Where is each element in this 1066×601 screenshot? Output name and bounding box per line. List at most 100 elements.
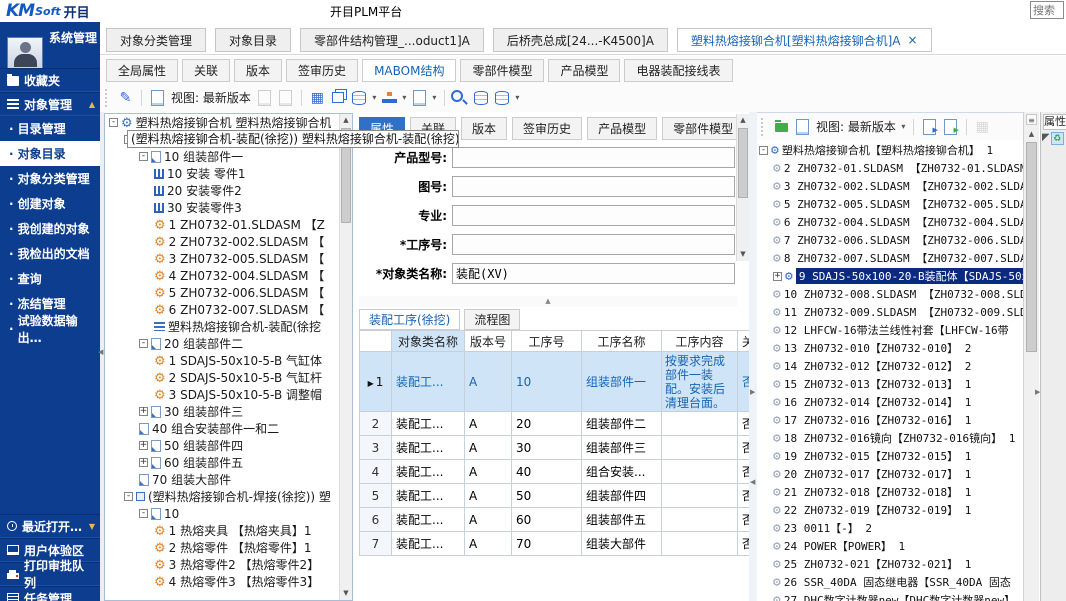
row-marker-cell[interactable]: 4 xyxy=(360,460,392,484)
subtab-装配工序(徐挖)[interactable]: 装配工序(徐挖) xyxy=(359,309,460,330)
scroll-down-icon[interactable]: ▼ xyxy=(737,248,749,261)
tree-item[interactable]: 22 ZH0732-019【ZH0732-019】 1 xyxy=(757,501,1023,519)
tree-item[interactable]: +9 SDAJS-50x100-20-B装配体【SDAJS-50x1 xyxy=(757,267,1023,285)
dropdown-caret-icon[interactable]: ▾ xyxy=(899,122,908,131)
table-cell[interactable]: A xyxy=(465,508,512,532)
tree-item[interactable]: 7 ZH0732-006.SLDASM 【ZH0732-006.SLDAS xyxy=(757,231,1023,249)
tree-item[interactable]: 30 安装零件3 xyxy=(105,199,352,216)
main-tab[interactable]: 后桥壳总成[24...-K4500]A xyxy=(493,28,668,52)
dropdown-caret-icon[interactable]: ▾ xyxy=(400,93,409,102)
tree-item[interactable]: 1 SDAJS-50x10-5-B 气缸体 xyxy=(105,352,352,369)
folder-refresh-icon[interactable] xyxy=(772,117,791,136)
table-cell[interactable] xyxy=(662,412,738,436)
collapse-arrow-icon[interactable]: ▲ xyxy=(89,100,95,109)
content-tab-关联[interactable]: 关联 xyxy=(182,59,230,82)
expand-arrow-icon[interactable]: ▼ xyxy=(89,522,95,531)
sidebar-group-打印审批队列[interactable]: 打印审批队列 xyxy=(0,562,100,586)
sidebar-item-我检出的文档[interactable]: 我检出的文档 xyxy=(0,241,100,266)
table-row[interactable]: 2装配工...A20组装部件二否 xyxy=(360,412,750,436)
sidebar-item-查询[interactable]: 查询 xyxy=(0,266,100,291)
table-cell[interactable]: 70 xyxy=(512,532,582,556)
tree-item[interactable]: 70 组装大部件 xyxy=(105,471,352,488)
dropdown-caret-icon[interactable]: ▾ xyxy=(513,93,522,102)
new-document-icon[interactable] xyxy=(148,88,167,107)
sidebar-item-目录管理[interactable]: 目录管理 xyxy=(0,116,100,141)
table-cell[interactable]: 组装部件五 xyxy=(582,508,662,532)
sidebar-group-对象管理[interactable]: 对象管理▲ xyxy=(0,92,100,116)
form-scrollbar[interactable]: ▲ ▼ xyxy=(736,114,749,261)
tree-item[interactable]: 40 组合安装部件一和二 xyxy=(105,420,352,437)
subtab-流程图[interactable]: 流程图 xyxy=(464,309,520,330)
search-input[interactable] xyxy=(1030,1,1064,19)
table-cell[interactable]: 否 xyxy=(738,508,750,532)
detail-tab-产品模型[interactable]: 产品模型 xyxy=(587,117,657,140)
table-cell[interactable]: 否 xyxy=(738,352,750,412)
content-tab-版本[interactable]: 版本 xyxy=(234,59,282,82)
expand-icon[interactable]: + xyxy=(139,407,148,416)
table-cell[interactable]: 装配工... xyxy=(392,508,465,532)
table-row[interactable]: 7装配工...A70组装大部件否 xyxy=(360,532,750,556)
tree-item[interactable]: 25 ZH0732-021【ZH0732-021】 1 xyxy=(757,555,1023,573)
tree-item[interactable]: 20 ZH0732-017【ZH0732-017】 1 xyxy=(757,465,1023,483)
row-marker-cell[interactable]: 2 xyxy=(360,412,392,436)
content-tab-产品模型[interactable]: 产品模型 xyxy=(548,59,620,82)
properties-dock-tab[interactable]: 属性 xyxy=(1043,114,1066,130)
dropdown-caret-icon[interactable]: ▾ xyxy=(370,93,379,102)
tree-item[interactable]: 17 ZH0732-016【ZH0732-016】 1 xyxy=(757,411,1023,429)
expand-icon[interactable]: + xyxy=(773,272,782,281)
tree-item[interactable]: 2 ZH0732-002.SLDASM 【 xyxy=(105,233,352,250)
expand-icon[interactable]: + xyxy=(139,458,148,467)
column-header[interactable]: 对象类名称 xyxy=(392,331,465,352)
search-view-icon[interactable] xyxy=(451,88,470,107)
tree-item[interactable]: 3 ZH0732-002.SLDASM 【ZH0732-002.SLDAS xyxy=(757,177,1023,195)
edit-pencil-icon[interactable] xyxy=(116,88,135,107)
document-output-icon[interactable] xyxy=(410,88,429,107)
table-cell[interactable]: 否 xyxy=(738,412,750,436)
form-collapse-handle[interactable]: ▲ xyxy=(359,296,737,307)
detail-tab-签审历史[interactable]: 签审历史 xyxy=(512,117,582,140)
collapse-icon[interactable]: - xyxy=(759,146,768,155)
content-tab-MABOM结构[interactable]: MABOM结构 xyxy=(362,59,456,82)
tree-item[interactable]: -10 组装部件一 xyxy=(105,148,352,165)
collapse-icon[interactable]: - xyxy=(124,492,133,501)
tree-item[interactable]: 20 安装零件2 xyxy=(105,182,352,199)
left-tree-scrollbar[interactable]: ▲ ▼ xyxy=(339,114,352,600)
table-cell[interactable]: 组合安装... xyxy=(582,460,662,484)
sidebar-item-试验数据输出…[interactable]: 试验数据输出… xyxy=(0,316,100,341)
refresh-tool-selected[interactable]: ♻ xyxy=(1051,132,1064,145)
form-input-1[interactable] xyxy=(452,176,735,197)
close-tab-icon[interactable]: × xyxy=(907,33,917,47)
table-cell[interactable] xyxy=(662,436,738,460)
form-input-4[interactable] xyxy=(452,263,735,284)
sidebar-item-创建对象[interactable]: 创建对象 xyxy=(0,191,100,216)
table-cell[interactable] xyxy=(662,532,738,556)
copy-window-icon[interactable] xyxy=(329,88,348,107)
table-cell[interactable]: 装配工... xyxy=(392,460,465,484)
main-tab[interactable]: 对象目录 xyxy=(215,28,291,52)
tree-item[interactable]: -10 xyxy=(105,505,352,522)
table-row[interactable]: 4装配工...A40组合安装...否 xyxy=(360,460,750,484)
detail-tab-零部件模型[interactable]: 零部件模型 xyxy=(662,117,744,140)
column-header[interactable]: 工序名称 xyxy=(582,331,662,352)
tree-item[interactable]: 3 SDAJS-50x10-5-B 调整帽 xyxy=(105,386,352,403)
row-marker-cell[interactable]: 7 xyxy=(360,532,392,556)
collapse-icon[interactable]: - xyxy=(109,118,118,127)
tree-item[interactable]: 5 ZH0732-006.SLDASM 【 xyxy=(105,284,352,301)
scroll-up-icon[interactable]: ▲ xyxy=(1024,128,1039,141)
column-header[interactable]: 工序号 xyxy=(512,331,582,352)
table-edit-icon[interactable] xyxy=(308,88,327,107)
table-cell[interactable] xyxy=(662,460,738,484)
tree-item[interactable]: +30 组装部件三 xyxy=(105,403,352,420)
table-row[interactable]: 5装配工...A50组装部件四否 xyxy=(360,484,750,508)
tree-item[interactable]: 13 ZH0732-010【ZH0732-010】 2 xyxy=(757,339,1023,357)
middle-splitter[interactable] xyxy=(749,112,757,601)
table-cell[interactable]: 否 xyxy=(738,532,750,556)
toolbar-grip[interactable] xyxy=(761,118,766,136)
sidebar-item-对象分类管理[interactable]: 对象分类管理 xyxy=(0,166,100,191)
tree-item[interactable]: -塑料热熔接铆合机【塑料热熔接铆合机】 1 xyxy=(757,141,1023,159)
table-cell[interactable]: 否 xyxy=(738,484,750,508)
right-tree-scrollbar[interactable]: ≡ ▲ xyxy=(1023,112,1039,601)
tree-item[interactable]: 16 ZH0732-014【ZH0732-014】 1 xyxy=(757,393,1023,411)
import-document-icon[interactable] xyxy=(941,117,960,136)
form-input-3[interactable] xyxy=(452,234,735,255)
